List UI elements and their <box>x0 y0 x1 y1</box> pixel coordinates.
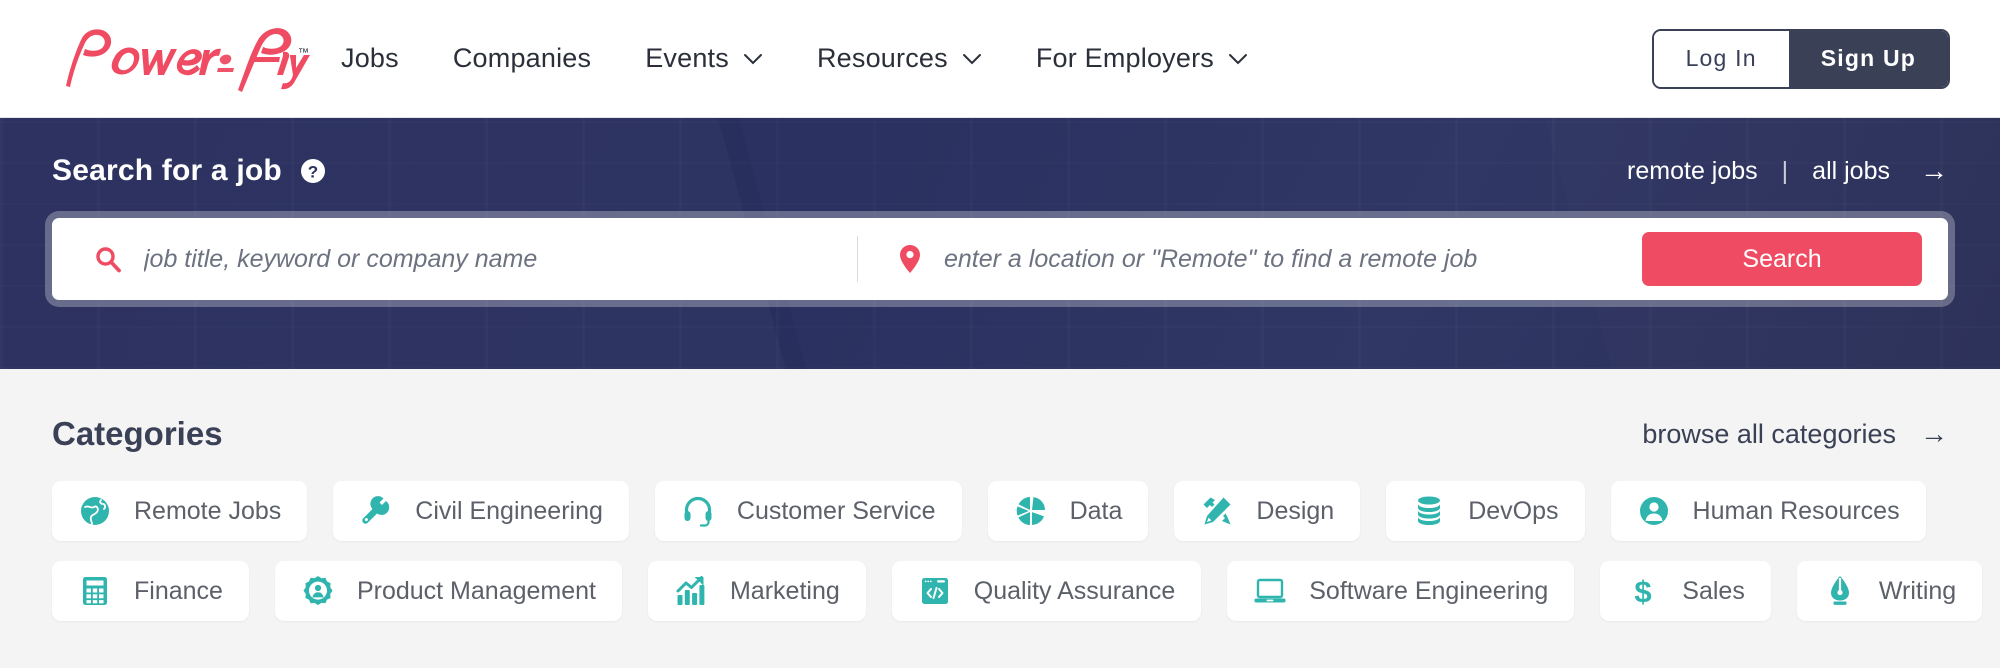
category-chip-devops[interactable]: DevOps <box>1386 481 1585 541</box>
globe-icon <box>78 494 112 528</box>
category-chip-marketing[interactable]: Marketing <box>647 561 866 621</box>
laptop-icon <box>1253 574 1287 608</box>
category-chip-remote-jobs[interactable]: Remote Jobs <box>52 481 308 541</box>
user-circle-icon <box>1637 494 1671 528</box>
nav-item-jobs[interactable]: Jobs <box>314 43 426 74</box>
map-pin-icon <box>898 244 922 274</box>
dollar-icon: $ <box>1626 574 1660 608</box>
browse-all-categories-link[interactable]: browse all categories → <box>1642 418 1948 450</box>
category-chip-design[interactable]: Design <box>1174 481 1361 541</box>
link-separator: | <box>1781 156 1789 185</box>
pie-chart-icon <box>1014 494 1048 528</box>
sign-up-button[interactable]: Sign Up <box>1788 30 1948 87</box>
pen-ruler-icon <box>1200 494 1234 528</box>
job-search-section: Search for a job ? remote jobs | all job… <box>0 118 2000 369</box>
category-label: Product Management <box>356 576 596 605</box>
nav-label: Jobs <box>341 43 399 73</box>
category-label: Data <box>1069 496 1123 525</box>
code-window-icon <box>918 574 952 608</box>
keyword-field-wrapper <box>52 218 857 300</box>
nav-label: Companies <box>452 43 592 73</box>
category-chip-human-resources[interactable]: Human Resources <box>1610 481 1926 541</box>
chevron-down-icon <box>962 53 982 65</box>
nav-item-events[interactable]: Events <box>618 43 790 74</box>
headset-icon <box>681 494 715 528</box>
category-label: DevOps <box>1468 496 1559 525</box>
category-chip-sales[interactable]: $ Sales <box>1600 561 1771 621</box>
chevron-down-icon <box>1228 53 1248 65</box>
nav-item-companies[interactable]: Companies <box>426 43 618 74</box>
search-input[interactable] <box>144 244 857 274</box>
category-chip-civil-engineering[interactable]: Civil Engineering <box>333 481 629 541</box>
category-label: Customer Service <box>736 496 936 525</box>
calculator-icon <box>78 574 112 608</box>
remote-jobs-link[interactable]: remote jobs <box>1623 157 1762 186</box>
chevron-down-icon <box>743 53 763 65</box>
site-header: ™ Jobs Companies Events Resources For Em… <box>0 0 2000 118</box>
question-mark-circle-icon[interactable]: ? <box>300 158 326 184</box>
nav-label: Events <box>645 43 729 73</box>
category-label: Marketing <box>729 576 840 605</box>
search-icon <box>94 245 122 273</box>
category-chip-customer-service[interactable]: Customer Service <box>654 481 962 541</box>
log-in-button[interactable]: Log In <box>1653 30 1789 87</box>
category-row: Remote Jobs Civil Engineering Customer S… <box>52 481 1948 541</box>
bar-chart-arrow-icon <box>674 574 708 608</box>
search-button[interactable]: Search <box>1642 232 1922 286</box>
arrow-right-icon[interactable]: → <box>1920 155 1948 187</box>
categories-header: Categories browse all categories → <box>52 369 1948 481</box>
category-label: Sales <box>1682 576 1745 605</box>
arrow-right-icon: → <box>1920 418 1948 449</box>
search-section-title: Search for a job <box>52 154 282 187</box>
category-label: Design <box>1256 496 1335 525</box>
categories-title: Categories <box>52 415 223 452</box>
all-jobs-link[interactable]: all jobs <box>1808 157 1894 186</box>
category-row: Finance Product Management Marketing Qua… <box>52 561 1983 621</box>
database-icon <box>1412 494 1446 528</box>
category-label: Finance <box>134 576 223 605</box>
category-label: Civil Engineering <box>415 496 603 525</box>
nav-label: Resources <box>816 43 948 73</box>
category-chip-product-management[interactable]: Product Management <box>274 561 622 621</box>
job-type-links: remote jobs | all jobs → <box>1623 155 1948 187</box>
category-chip-finance[interactable]: Finance <box>52 561 249 621</box>
category-label: Human Resources <box>1692 496 1900 525</box>
search-header-row: Search for a job ? remote jobs | all job… <box>52 118 1948 188</box>
nav-label: For Employers <box>1035 43 1214 73</box>
category-chip-software-engineering[interactable]: Software Engineering <box>1227 561 1575 621</box>
main-nav: Jobs Companies Events Resources For Empl… <box>314 43 1275 74</box>
category-label: Software Engineering <box>1309 576 1549 605</box>
category-label: Remote Jobs <box>134 496 282 525</box>
fountain-pen-icon <box>1823 574 1857 608</box>
svg-text:?: ? <box>308 163 318 182</box>
powertofly-logo[interactable]: ™ <box>52 0 314 117</box>
auth-button-group: Log In Sign Up <box>1653 30 1948 87</box>
category-label: Quality Assurance <box>973 576 1176 605</box>
wrench-icon <box>359 494 393 528</box>
gear-user-icon <box>301 574 335 608</box>
nav-item-resources[interactable]: Resources <box>790 43 1009 74</box>
category-chip-quality-assurance[interactable]: Quality Assurance <box>891 561 1202 621</box>
svg-text:™: ™ <box>298 47 309 59</box>
location-field-wrapper <box>858 218 1642 300</box>
search-bar: Search <box>52 218 1948 300</box>
category-chip-writing[interactable]: Writing <box>1796 561 1983 621</box>
browse-all-label: browse all categories <box>1642 418 1896 449</box>
category-label: Writing <box>1878 576 1957 605</box>
svg-text:$: $ <box>1635 575 1652 607</box>
category-chip-data[interactable]: Data <box>987 481 1149 541</box>
nav-item-for-employers[interactable]: For Employers <box>1009 43 1275 74</box>
categories-section: Categories browse all categories → Remot… <box>0 369 2000 621</box>
location-input[interactable] <box>944 244 1642 274</box>
